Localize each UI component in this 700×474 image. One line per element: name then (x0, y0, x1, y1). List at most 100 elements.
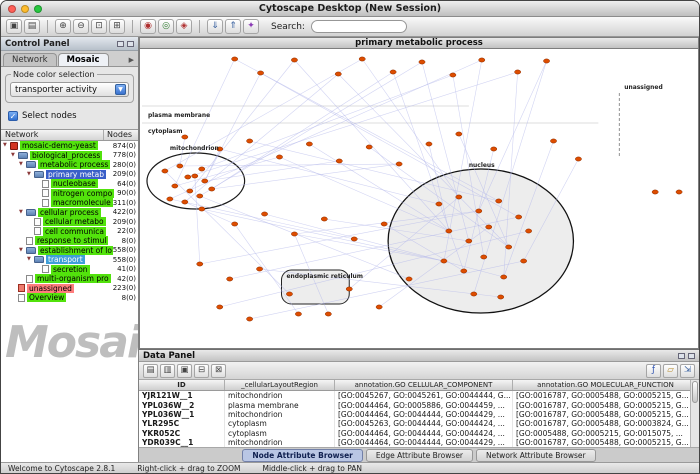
tree-row[interactable]: Overview8(0) (1, 293, 138, 303)
graph-node[interactable] (291, 58, 297, 62)
graph-node[interactable] (321, 217, 327, 221)
graph-node[interactable] (515, 70, 521, 74)
graph-node[interactable] (456, 195, 462, 199)
tree-row[interactable]: ▼biological_process778(0) (1, 151, 138, 161)
tab-mosaic[interactable]: Mosaic (58, 53, 109, 66)
graph-node[interactable] (486, 225, 492, 229)
unhide-all-icon[interactable]: ◎ (158, 19, 174, 34)
close-panel-icon[interactable] (688, 353, 695, 359)
graph-node[interactable] (185, 175, 191, 179)
tab-network[interactable]: Network (3, 53, 57, 66)
graph-node[interactable] (247, 139, 253, 143)
graph-node[interactable] (197, 262, 203, 266)
graph-node[interactable] (232, 222, 238, 226)
zoom-in-icon[interactable]: ⊕ (55, 19, 71, 34)
graph-node[interactable] (396, 162, 402, 166)
graph-node[interactable] (676, 190, 682, 194)
table-row[interactable]: YJR121W__1mitochondrion[GO:0045267, GO:0… (139, 391, 699, 400)
table-scrollbar[interactable] (690, 380, 699, 447)
expander-icon[interactable]: ▼ (19, 248, 26, 253)
column-header[interactable]: ID (139, 380, 225, 390)
close-panel-icon[interactable] (127, 41, 134, 47)
zoom-window-button[interactable] (34, 5, 42, 13)
graph-node[interactable] (419, 60, 425, 64)
tree-row[interactable]: unassigned223(0) (1, 284, 138, 294)
graph-node[interactable] (496, 199, 502, 203)
tree-row[interactable]: response to stimul8(0) (1, 236, 138, 246)
graph-node[interactable] (456, 132, 462, 136)
graph-node[interactable] (199, 207, 205, 211)
tree-row[interactable]: multi-organism pro42(0) (1, 274, 138, 284)
hide-selected-icon[interactable]: ◉ (140, 19, 156, 34)
delete-attribute-icon[interactable]: ⊟ (194, 364, 209, 378)
graph-node[interactable] (199, 167, 205, 171)
expander-icon[interactable]: ▼ (19, 210, 26, 215)
zoom-out-icon[interactable]: ⊖ (73, 19, 89, 34)
network-canvas[interactable]: plasma membranecytoplasmmitochondrionnuc… (139, 49, 699, 349)
graph-node[interactable] (217, 305, 223, 309)
expander-icon[interactable]: ▼ (11, 153, 18, 158)
table-row[interactable]: YPL036W__1mitochondrion[GO:0044464, GO:0… (139, 410, 699, 419)
unselect-attributes-icon[interactable]: ▥ (160, 364, 175, 378)
graph-node[interactable] (550, 139, 556, 143)
column-header[interactable]: _cellularLayoutRegion (225, 380, 335, 390)
graph-node[interactable] (466, 239, 472, 243)
graph-node[interactable] (257, 71, 263, 75)
graph-node[interactable] (498, 295, 504, 299)
graph-node[interactable] (359, 57, 365, 61)
table-row[interactable]: YKR052Ccytoplasm[GO:0044464, GO:0044444,… (139, 429, 699, 438)
save-network-image-icon[interactable]: ▣ (6, 19, 22, 34)
graph-node[interactable] (232, 57, 238, 61)
scrollbar-thumb[interactable] (692, 381, 698, 403)
graph-node[interactable] (390, 70, 396, 74)
tree-row[interactable]: ▼cellular process422(0) (1, 208, 138, 218)
network-view-titlebar[interactable]: primary metabolic process (139, 37, 699, 49)
float-panel-icon[interactable] (678, 353, 685, 359)
vizmapper-icon[interactable]: ✦ (243, 19, 259, 34)
float-panel-icon[interactable] (117, 41, 124, 47)
network-canvas-svg[interactable]: plasma membranecytoplasmmitochondrionnuc… (140, 49, 698, 348)
graph-node[interactable] (381, 222, 387, 226)
graph-node[interactable] (652, 190, 658, 194)
graph-node[interactable] (192, 174, 198, 178)
tree-row[interactable]: secretion41(0) (1, 265, 138, 275)
graph-node[interactable] (177, 164, 183, 168)
tree-row[interactable]: ▼metabolic process280(0) (1, 160, 138, 170)
function-builder-icon[interactable]: ƒ (646, 364, 661, 378)
window-titlebar[interactable]: Cytoscape Desktop (New Session) (1, 1, 699, 17)
graph-node[interactable] (167, 197, 173, 201)
graph-node[interactable] (526, 229, 532, 233)
graph-node[interactable] (351, 237, 357, 241)
graph-node[interactable] (446, 229, 452, 233)
import-attribute-icon[interactable]: ⇲ (680, 364, 695, 378)
graph-node[interactable] (172, 184, 178, 188)
print-network-icon[interactable]: ▤ (24, 19, 40, 34)
expander-icon[interactable]: ▼ (19, 162, 26, 167)
expander-icon[interactable]: ▼ (27, 257, 34, 262)
zoom-fit-network-icon[interactable]: ⊞ (109, 19, 125, 34)
graph-node[interactable] (325, 312, 331, 316)
table-row[interactable]: YDR039C__1mitochondrion[GO:0044464, GO:0… (139, 438, 699, 447)
graph-node[interactable] (575, 157, 581, 161)
minimize-window-button[interactable] (21, 5, 29, 13)
graph-node[interactable] (306, 142, 312, 146)
import-network-icon[interactable]: ⇓ (207, 19, 223, 34)
graph-node[interactable] (336, 159, 342, 163)
tree-row[interactable]: cell communica22(0) (1, 227, 138, 237)
tree-header-network[interactable]: Network (1, 130, 104, 140)
graph-node[interactable] (516, 215, 522, 219)
graph-node[interactable] (291, 232, 297, 236)
tab-edge-attribute-browser[interactable]: Edge Attribute Browser (366, 449, 473, 462)
graph-node[interactable] (209, 187, 215, 191)
graph-node[interactable] (441, 259, 447, 263)
graph-node[interactable] (261, 212, 267, 216)
tab-scroll-right-icon[interactable]: ▶ (125, 56, 138, 66)
select-nodes-checkbox[interactable]: ✓ (8, 111, 18, 121)
graph-node[interactable] (461, 269, 467, 273)
tree-header-nodes[interactable]: Nodes (104, 130, 138, 140)
tree-row[interactable]: macromolecule311(0) (1, 198, 138, 208)
import-attributes-icon[interactable]: ⇑ (225, 19, 241, 34)
column-header[interactable]: annotation.GO CELLULAR_COMPONENT (335, 380, 513, 390)
graph-node[interactable] (406, 277, 412, 281)
tree-row[interactable]: cellular metabo209(0) (1, 217, 138, 227)
